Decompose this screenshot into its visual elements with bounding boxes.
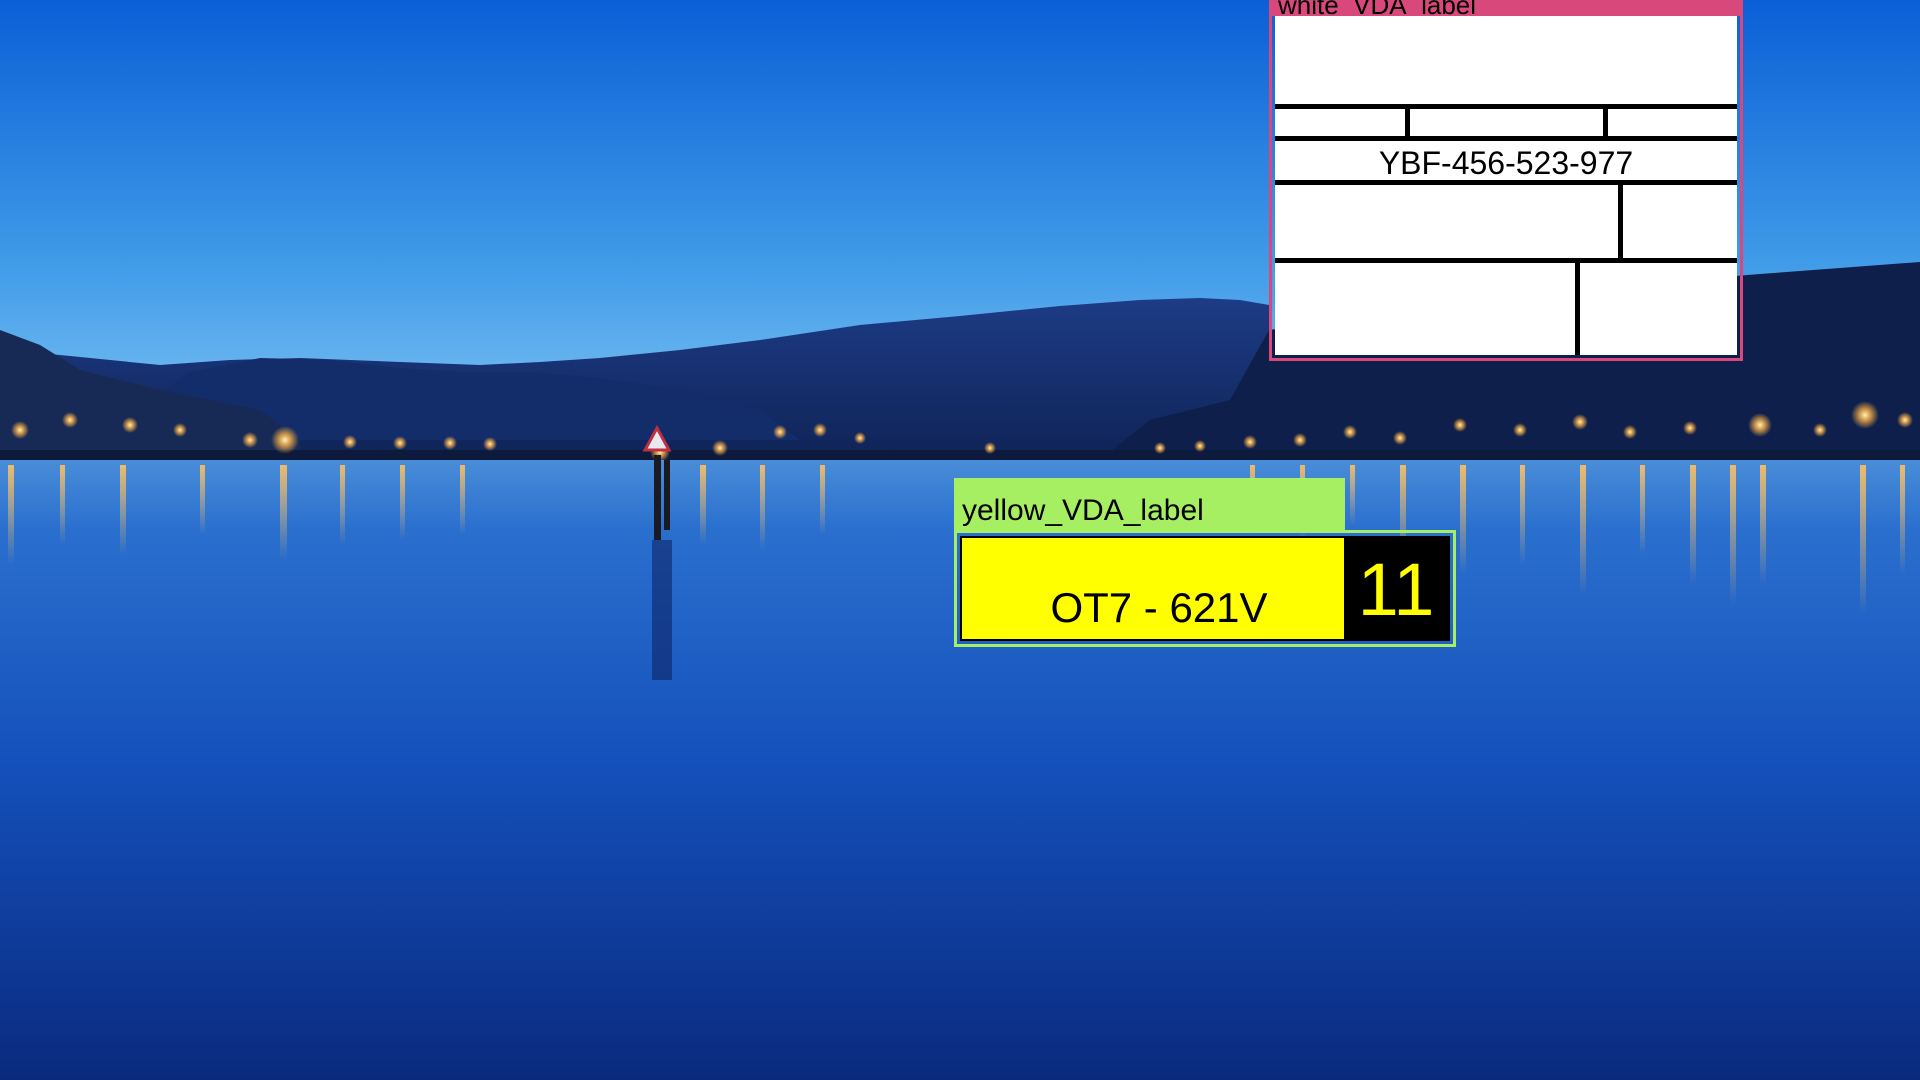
label-divider xyxy=(1603,104,1608,139)
label-divider xyxy=(1575,258,1580,355)
white-label-code: YBF-456-523-977 xyxy=(1378,145,1634,181)
label-divider xyxy=(1618,180,1623,260)
yellow-label-code: OT7 - 621V xyxy=(1050,584,1268,631)
white-vda-label-class-tag: white_VDA_label xyxy=(1272,0,1740,16)
white-vda-label: YBF-456-523-977 xyxy=(1275,16,1737,355)
yellow-vda-label: OT7 - 621V 11 xyxy=(960,536,1450,641)
yellow-label-number: 11 xyxy=(1357,548,1435,631)
label-divider xyxy=(1275,104,1737,109)
label-divider xyxy=(1275,136,1737,141)
label-divider xyxy=(1275,258,1737,263)
label-divider xyxy=(1405,104,1410,139)
white-vda-label-bounding-box: white_VDA_label YBF-456-523-977 xyxy=(1269,0,1743,361)
yellow-label-number-block: 11 xyxy=(1344,538,1448,639)
yellow-vda-label-class-tag: yellow_VDA_label xyxy=(954,478,1345,530)
yellow-vda-label-bounding-box: OT7 - 621V 11 xyxy=(954,530,1456,647)
